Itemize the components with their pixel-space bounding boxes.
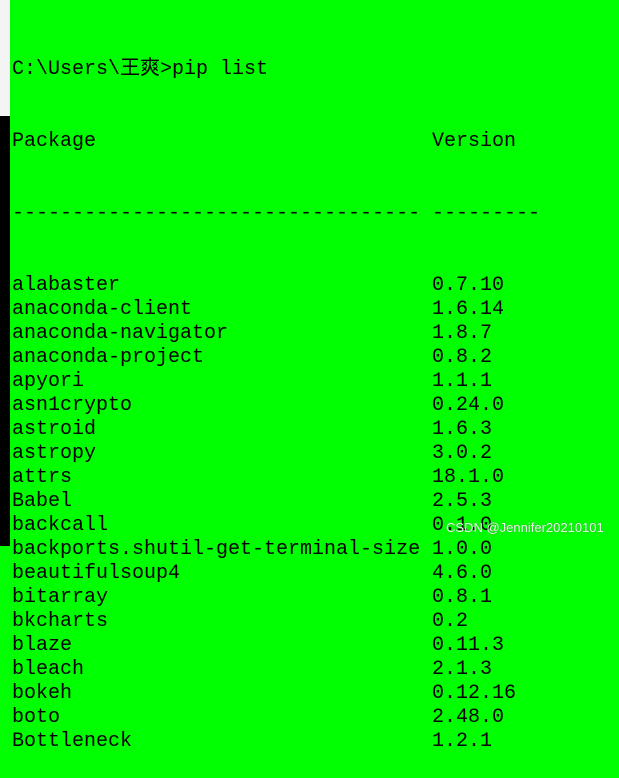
table-row: bkcharts 0.2: [12, 610, 540, 634]
package-version: 1.8.7: [432, 322, 493, 345]
package-name: asn1crypto: [12, 394, 133, 417]
package-name: astroid: [12, 418, 97, 441]
table-row: astropy 3.0.2: [12, 442, 540, 466]
table-separator: ---------------------------------- ------…: [12, 202, 540, 226]
package-version: 1.6.14: [432, 298, 505, 321]
table-row: anaconda-navigator 1.8.7: [12, 322, 540, 346]
package-version: 18.1.0: [432, 466, 505, 489]
package-version: 0.7.10: [432, 274, 505, 297]
package-name: Babel: [12, 490, 73, 513]
separator-version: ---------: [432, 202, 541, 225]
package-name: backports.shutil-get-terminal-size: [12, 538, 421, 561]
package-version: 0.8.2: [432, 346, 493, 369]
package-version: 1.2.1: [432, 730, 493, 753]
package-version: 1.0.0: [432, 538, 493, 561]
table-row: anaconda-client 1.6.14: [12, 298, 540, 322]
package-name: bleach: [12, 658, 85, 681]
window-edge-dark: [0, 116, 10, 546]
table-row: Bottleneck 1.2.1: [12, 730, 540, 754]
package-name: bitarray: [12, 586, 109, 609]
table-row: asn1crypto 0.24.0: [12, 394, 540, 418]
package-name: blaze: [12, 634, 73, 657]
package-name: Bottleneck: [12, 730, 133, 753]
package-name: alabaster: [12, 274, 121, 297]
package-version: 2.48.0: [432, 706, 505, 729]
watermark: CSDN @Jennifer20210101: [446, 520, 604, 535]
command-prompt: C:\Users\王爽>pip list: [12, 58, 269, 81]
package-name: apyori: [12, 370, 85, 393]
table-row: backports.shutil-get-terminal-size 1.0.0: [12, 538, 540, 562]
separator-package: ----------------------------------: [12, 202, 421, 225]
package-version: 1.6.3: [432, 418, 493, 441]
package-name: anaconda-navigator: [12, 322, 229, 345]
window-edge: [0, 0, 10, 116]
table-row: alabaster 0.7.10: [12, 274, 540, 298]
package-version: 4.6.0: [432, 562, 493, 585]
package-name: astropy: [12, 442, 97, 465]
table-row: blaze 0.11.3: [12, 634, 540, 658]
package-name: bkcharts: [12, 610, 109, 633]
package-name: anaconda-project: [12, 346, 205, 369]
table-row: bleach 2.1.3: [12, 658, 540, 682]
package-version: 3.0.2: [432, 442, 493, 465]
table-row: bokeh 0.12.16: [12, 682, 540, 706]
package-version: 2.5.3: [432, 490, 493, 513]
package-version: 2.1.3: [432, 658, 493, 681]
terminal-output: C:\Users\王爽>pip list Package Version ----…: [12, 10, 540, 778]
table-row: beautifulsoup4 4.6.0: [12, 562, 540, 586]
table-row: boto 2.48.0: [12, 706, 540, 730]
table-row: attrs 18.1.0: [12, 466, 540, 490]
package-version: 0.12.16: [432, 682, 517, 705]
package-version: 0.11.3: [432, 634, 505, 657]
package-name: beautifulsoup4: [12, 562, 181, 585]
package-name: boto: [12, 706, 61, 729]
table-row: bitarray 0.8.1: [12, 586, 540, 610]
header-version: Version: [432, 130, 517, 153]
package-version: 0.24.0: [432, 394, 505, 417]
package-name: attrs: [12, 466, 73, 489]
table-row: apyori 1.1.1: [12, 370, 540, 394]
table-row: astroid 1.6.3: [12, 418, 540, 442]
table-row: Babel 2.5.3: [12, 490, 540, 514]
package-version: 0.8.1: [432, 586, 493, 609]
table-row: anaconda-project 0.8.2: [12, 346, 540, 370]
package-version: 0.2: [432, 610, 469, 633]
package-version: 1.1.1: [432, 370, 493, 393]
header-package: Package: [12, 130, 97, 153]
table-header: Package Version: [12, 130, 540, 154]
package-name: anaconda-client: [12, 298, 193, 321]
package-name: backcall: [12, 514, 109, 537]
package-name: bokeh: [12, 682, 73, 705]
